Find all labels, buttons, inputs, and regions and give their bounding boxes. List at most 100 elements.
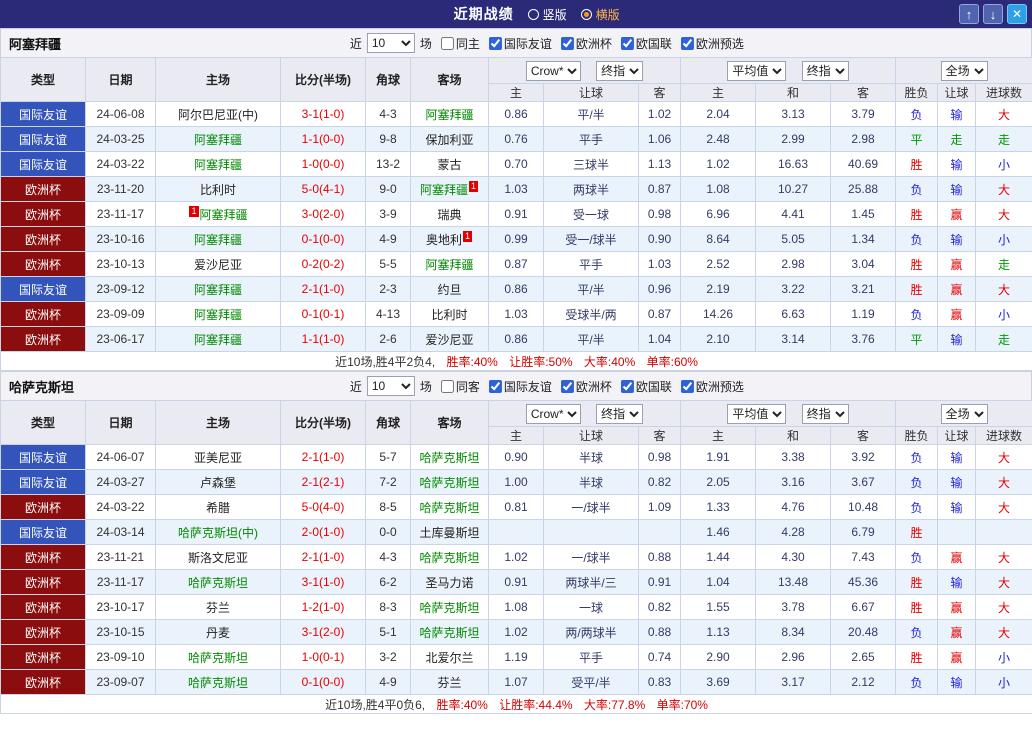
euroqualifier-checkbox[interactable] <box>681 380 694 393</box>
ah-home-odds: 0.86 <box>489 277 544 302</box>
same-venue-filter[interactable]: 同客 <box>441 378 480 395</box>
home-team: 卢森堡 <box>156 470 281 495</box>
ah-line <box>544 520 639 545</box>
team-name: 哈萨克斯坦 <box>188 576 248 590</box>
recent-count-select[interactable]: 10 <box>367 376 415 396</box>
radio-unselected-icon[interactable] <box>528 9 539 20</box>
same-venue-filter[interactable]: 同主 <box>441 35 480 52</box>
score-cell: 0-2(0-2) <box>281 252 366 277</box>
match-scope-select[interactable]: 全场 <box>941 61 988 81</box>
eu-away-odds: 2.65 <box>831 645 896 670</box>
result-handicap: 输 <box>938 227 976 252</box>
league-filter-nationsleague[interactable]: 欧国联 <box>621 35 672 52</box>
league-filter-eurocup[interactable]: 欧洲杯 <box>561 378 612 395</box>
recent-count-select[interactable]: 10 <box>367 33 415 53</box>
handicap-final-select[interactable]: 终指 <box>596 61 643 81</box>
handicap-company-select[interactable]: Crow* <box>526 61 581 81</box>
match-scope-select[interactable]: 全场 <box>941 404 988 424</box>
home-team: 阿塞拜疆 <box>156 327 281 352</box>
friendly-checkbox[interactable] <box>489 37 502 50</box>
ah-away-odds: 0.87 <box>639 177 681 202</box>
nationsleague-checkbox[interactable] <box>621 37 634 50</box>
league-filter-friendly[interactable]: 国际友谊 <box>489 35 552 52</box>
ah-home-odds: 0.91 <box>489 570 544 595</box>
match-row: 欧洲杯 23-11-20 比利时 5-0(4-1) 9-0 阿塞拜疆1 1.03… <box>1 177 1032 202</box>
eurocup-checkbox[interactable] <box>561 380 574 393</box>
summary-win-rate: 胜率:40% <box>447 355 498 369</box>
col-away: 客场 <box>411 58 489 102</box>
eu-draw-odds: 5.05 <box>756 227 831 252</box>
match-row: 欧洲杯 23-11-17 哈萨克斯坦 3-1(1-0) 6-2 圣马力诺 0.9… <box>1 570 1032 595</box>
match-date: 23-09-09 <box>86 302 156 327</box>
team-name: 阿塞拜疆 <box>425 108 473 122</box>
ah-home-odds: 0.99 <box>489 227 544 252</box>
league-type-cell: 欧洲杯 <box>1 327 86 352</box>
move-down-button[interactable]: ↓ <box>983 4 1003 24</box>
team-name: 爱沙尼亚 <box>425 333 473 347</box>
match-date: 23-09-12 <box>86 277 156 302</box>
team-name: 希腊 <box>206 501 230 515</box>
same-venue-checkbox[interactable] <box>441 37 454 50</box>
eu-home-odds: 1.13 <box>681 620 756 645</box>
league-type-cell: 国际友谊 <box>1 277 86 302</box>
league-filter-euroqualifier[interactable]: 欧洲预选 <box>681 35 744 52</box>
score-cell: 3-1(2-0) <box>281 620 366 645</box>
ah-away-odds: 1.03 <box>639 252 681 277</box>
score-cell: 2-1(1-0) <box>281 445 366 470</box>
europe-average-select[interactable]: 平均值 <box>727 61 786 81</box>
score-cell: 2-0(1-0) <box>281 520 366 545</box>
radio-selected-icon[interactable] <box>581 9 592 20</box>
layout-radio-vertical[interactable]: 竖版 <box>528 6 567 23</box>
ah-home-odds: 0.86 <box>489 102 544 127</box>
league-type-cell: 欧洲杯 <box>1 227 86 252</box>
euroqualifier-checkbox[interactable] <box>681 37 694 50</box>
handicap-final-select[interactable]: 终指 <box>596 404 643 424</box>
team-name: 芬兰 <box>206 601 230 615</box>
ah-away-odds: 0.91 <box>639 570 681 595</box>
europe-final-select[interactable]: 终指 <box>802 61 849 81</box>
close-button[interactable]: ✕ <box>1007 4 1027 24</box>
match-row: 欧洲杯 23-10-16 阿塞拜疆 0-1(0-0) 4-9 奥地利1 0.99… <box>1 227 1032 252</box>
ah-away-odds: 0.82 <box>639 470 681 495</box>
result-goals: 大 <box>976 445 1032 470</box>
league-filter-nationsleague[interactable]: 欧国联 <box>621 378 672 395</box>
league-filter-eurocup[interactable]: 欧洲杯 <box>561 35 612 52</box>
eu-away-odds: 3.92 <box>831 445 896 470</box>
away-team: 土库曼斯坦 <box>411 520 489 545</box>
team-name: 哈萨克斯坦 <box>419 501 479 515</box>
match-date: 24-03-22 <box>86 152 156 177</box>
result-handicap: 赢 <box>938 595 976 620</box>
eu-home-odds: 1.55 <box>681 595 756 620</box>
nationsleague-checkbox[interactable] <box>621 380 634 393</box>
team-name: 阿塞拜疆 <box>194 133 242 147</box>
eu-draw-odds: 3.17 <box>756 670 831 695</box>
corners-cell: 4-3 <box>366 545 411 570</box>
team-name: 哈萨克斯坦 <box>419 601 479 615</box>
match-date: 24-03-25 <box>86 127 156 152</box>
same-venue-checkbox[interactable] <box>441 380 454 393</box>
europe-final-select[interactable]: 终指 <box>802 404 849 424</box>
europe-average-select[interactable]: 平均值 <box>727 404 786 424</box>
match-date: 23-10-15 <box>86 620 156 645</box>
eurocup-checkbox[interactable] <box>561 37 574 50</box>
match-row: 国际友谊 24-03-25 阿塞拜疆 1-1(0-0) 9-8 保加利亚 0.7… <box>1 127 1032 152</box>
team-name: 哈萨克斯坦 <box>419 451 479 465</box>
ah-line: 受平/半 <box>544 670 639 695</box>
corners-cell: 2-6 <box>366 327 411 352</box>
layout-radio-horizontal[interactable]: 横版 <box>581 6 620 23</box>
window-controls: ↑ ↓ ✕ <box>959 4 1027 24</box>
eu-away-odds: 6.79 <box>831 520 896 545</box>
result-handicap: 输 <box>938 102 976 127</box>
move-up-button[interactable]: ↑ <box>959 4 979 24</box>
team-name: 阿尔巴尼亚(中) <box>178 108 258 122</box>
league-filter-euroqualifier[interactable]: 欧洲预选 <box>681 378 744 395</box>
league-filter-friendly[interactable]: 国际友谊 <box>489 378 552 395</box>
col-result: 胜负 <box>896 84 938 102</box>
handicap-company-select[interactable]: Crow* <box>526 404 581 424</box>
result-goals: 小 <box>976 645 1032 670</box>
friendly-checkbox[interactable] <box>489 380 502 393</box>
handicap-select-group: Crow* 终指 <box>489 58 681 84</box>
ah-away-odds: 0.96 <box>639 277 681 302</box>
ah-away-odds: 1.13 <box>639 152 681 177</box>
league-type-cell: 欧洲杯 <box>1 302 86 327</box>
